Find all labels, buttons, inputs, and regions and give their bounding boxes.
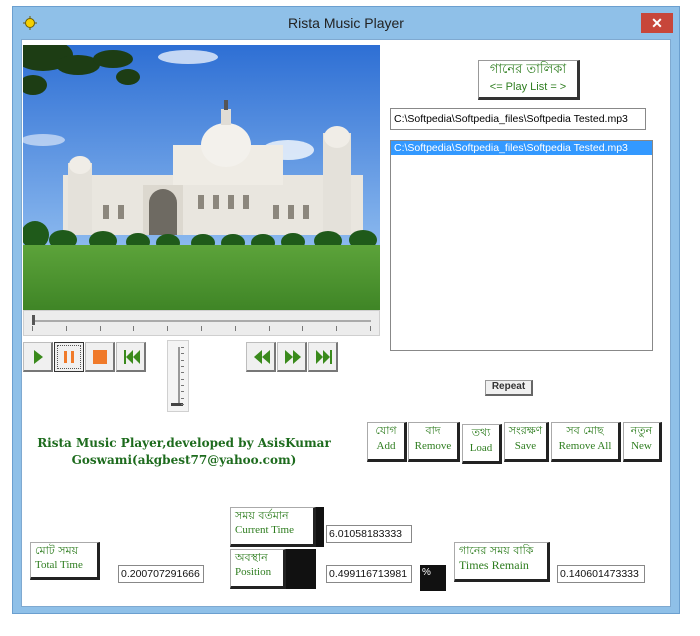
seek-ticks <box>32 326 371 331</box>
rewind-button[interactable] <box>246 342 276 372</box>
stop-icon <box>93 350 107 364</box>
developer-credit: Rista Music Player,developed by AsisKuma… <box>34 435 334 469</box>
current-time-indicator <box>316 507 324 547</box>
save-button-en: Save <box>514 440 537 452</box>
load-button-en: Load <box>469 442 493 454</box>
playlist-box[interactable]: C:\Softpedia\Softpedia_files\Softpedia T… <box>390 140 653 351</box>
remove-all-button-bn: সব মোছ <box>566 424 604 437</box>
window-title: Rista Music Player <box>288 15 404 31</box>
volume-slider[interactable] <box>167 340 189 412</box>
position-label: অবস্থান Position <box>230 549 286 589</box>
remove-button-bn: বাদ <box>425 424 441 437</box>
current-file-field[interactable]: C:\Softpedia\Softpedia_files\Softpedia T… <box>390 108 646 130</box>
position-label-bn: অবস্থান <box>235 551 268 564</box>
developer-credit-line2: Goswami(akgbest77@yahoo.com) <box>71 453 297 467</box>
playlist-heading-bn: গানের তালিকা <box>489 62 567 77</box>
position-value[interactable]: 0.499116713981 <box>326 565 412 583</box>
load-button[interactable]: তথ্য Load <box>462 424 502 464</box>
play-button[interactable] <box>23 342 53 372</box>
previous-track-button[interactable] <box>116 342 146 372</box>
next-track-button[interactable] <box>308 342 338 372</box>
volume-ticks <box>181 347 185 405</box>
save-button-bn: সংরক্ষণ <box>508 424 543 437</box>
time-remain-label-en: Times Remain <box>459 558 529 572</box>
add-button-bn: যোগ <box>375 424 397 437</box>
add-button[interactable]: যোগ Add <box>367 422 407 462</box>
developer-credit-line1: Rista Music Player,developed by AsisKuma… <box>37 436 331 450</box>
stop-button[interactable] <box>85 342 115 372</box>
percent-indicator: % <box>420 565 446 591</box>
time-remain-label: গানের সময় বাকি Times Remain <box>454 542 550 582</box>
album-artwork <box>23 45 380 310</box>
close-button[interactable]: ✕ <box>641 13 673 33</box>
fast-forward-button[interactable] <box>277 342 307 372</box>
save-button[interactable]: সংরক্ষণ Save <box>504 422 549 462</box>
next-icon <box>316 350 332 364</box>
time-remain-label-bn: গানের সময় বাকি <box>459 544 534 557</box>
rewind-icon <box>254 350 270 364</box>
total-time-label-en: Total Time <box>35 559 83 571</box>
main-panel: গানের তালিকা <= Play List = > C:\Softped… <box>21 39 671 607</box>
pause-button[interactable] <box>54 342 84 372</box>
add-button-en: Add <box>376 440 396 452</box>
forward-icon <box>285 350 301 364</box>
remove-all-button[interactable]: সব মোছ Remove All <box>551 422 621 462</box>
pause-icon <box>64 351 74 363</box>
current-time-label-en: Current Time <box>235 524 294 536</box>
repeat-button[interactable]: Repeat <box>485 380 533 396</box>
previous-icon <box>124 350 140 364</box>
app-window: Rista Music Player ✕ গানের তালিকা <= Pla… <box>12 6 680 614</box>
total-time-value[interactable]: 0.200707291666 <box>118 565 204 583</box>
position-label-en: Position <box>235 566 272 578</box>
time-remain-value[interactable]: 0.140601473333 <box>557 565 645 583</box>
total-time-label-bn: মোট সময় <box>35 544 79 557</box>
seek-slider[interactable] <box>23 310 380 336</box>
current-time-label-bn: সময় বর্তমান <box>235 509 289 522</box>
new-button-bn: নতুন <box>630 424 653 437</box>
playlist-heading: গানের তালিকা <= Play List = > <box>478 60 580 100</box>
total-time-label: মোট সময় Total Time <box>30 542 100 580</box>
remove-button-en: Remove <box>414 440 452 452</box>
current-time-label: সময় বর্তমান Current Time <box>230 507 316 547</box>
load-button-bn: তথ্য <box>471 426 491 439</box>
new-button-en: New <box>631 440 652 452</box>
position-indicator <box>286 549 316 589</box>
title-bar: Rista Music Player ✕ <box>13 7 679 39</box>
seek-track <box>32 320 371 322</box>
seek-thumb[interactable] <box>32 315 35 325</box>
playlist-item[interactable]: C:\Softpedia\Softpedia_files\Softpedia T… <box>391 141 652 155</box>
remove-button[interactable]: বাদ Remove <box>408 422 460 462</box>
play-icon <box>34 350 43 364</box>
remove-all-button-en: Remove All <box>558 440 612 452</box>
volume-track <box>178 347 180 405</box>
new-button[interactable]: নতুন New <box>623 422 662 462</box>
playlist-heading-en: <= Play List = > <box>489 81 567 93</box>
current-time-value[interactable]: 6.01058183333 <box>326 525 412 543</box>
